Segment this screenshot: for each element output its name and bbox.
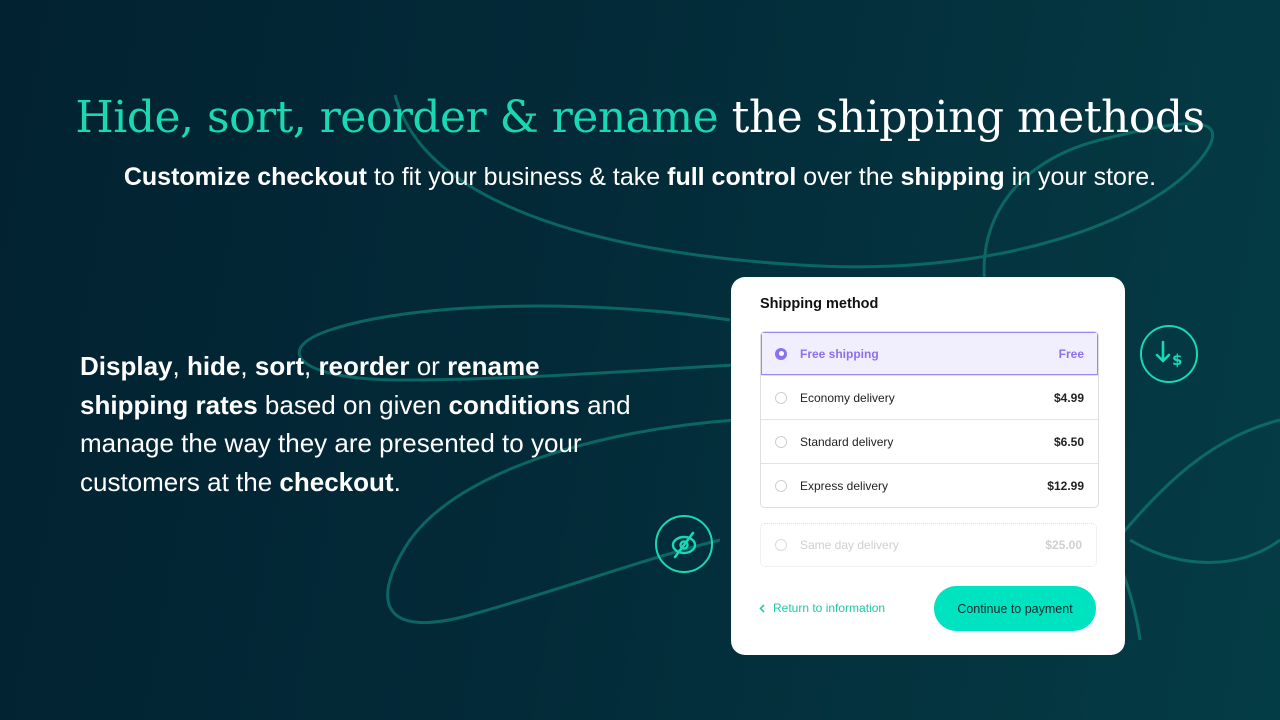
desc-bold: Display <box>80 351 173 381</box>
option-price: $25.00 <box>1045 538 1082 552</box>
option-price: $4.99 <box>1053 390 1084 405</box>
radio-disabled <box>775 539 787 551</box>
hide-badge <box>655 515 713 573</box>
card-title: Shipping method <box>760 296 879 312</box>
page-headline: Hide, sort, reorder & rename the shippin… <box>0 88 1280 148</box>
svg-text:$: $ <box>1172 351 1182 369</box>
desc-bold: conditions <box>448 389 580 420</box>
radio[interactable] <box>775 479 787 492</box>
desc-text: or <box>409 351 448 381</box>
sub-text-1: to fit your business & take <box>366 163 668 191</box>
shipping-options-list: Free shipping Free Economy delivery $4.9… <box>760 331 1099 508</box>
price-drop-badge: $ <box>1140 325 1198 383</box>
subheadline: Customize checkout to fit your business … <box>0 160 1280 194</box>
option-label: Standard delivery <box>800 434 894 449</box>
option-price: $12.99 <box>1047 478 1084 493</box>
option-label: Same day delivery <box>800 538 899 552</box>
desc-text: . <box>393 466 401 497</box>
shipping-option-standard[interactable]: Standard delivery $6.50 <box>761 419 1098 463</box>
desc-bold: sort <box>254 351 304 381</box>
option-label: Economy delivery <box>800 390 895 405</box>
radio-selected[interactable] <box>775 347 787 360</box>
option-price: Free <box>1058 346 1084 361</box>
sub-bold-2: full control <box>667 163 797 191</box>
return-to-information-link[interactable]: Return to information <box>759 601 885 615</box>
shipping-option-free[interactable]: Free shipping Free <box>761 332 1098 375</box>
radio[interactable] <box>775 435 787 448</box>
desc-text: , <box>303 351 319 381</box>
arrow-down-dollar-icon: $ <box>1155 340 1182 369</box>
continue-to-payment-button[interactable]: Continue to payment <box>934 586 1096 631</box>
option-price: $6.50 <box>1053 434 1084 449</box>
desc-text: based on given <box>257 389 449 420</box>
return-link-label: Return to information <box>773 601 886 615</box>
shipping-option-hidden-same-day: Same day delivery $25.00 <box>760 523 1097 567</box>
sub-text-2: over the <box>796 163 901 191</box>
option-label: Express delivery <box>800 478 889 493</box>
chevron-left-icon <box>759 603 765 613</box>
shipping-option-economy[interactable]: Economy delivery $4.99 <box>761 375 1098 419</box>
desc-text: , <box>240 351 255 381</box>
headline-accent: Hide, sort, reorder & rename <box>75 92 719 143</box>
sub-bold-3: shipping <box>900 163 1005 191</box>
desc-text: , <box>172 351 187 381</box>
desc-bold: hide <box>186 351 241 381</box>
desc-bold: checkout <box>279 466 394 497</box>
shipping-method-card: Shipping method Free shipping Free Econo… <box>731 277 1125 655</box>
radio[interactable] <box>775 391 787 404</box>
headline-plain: the shipping methods <box>718 92 1205 143</box>
feature-description: Display, hide, sort, reorder or rename s… <box>80 347 640 501</box>
sub-text-3: in your store. <box>1004 163 1157 191</box>
shipping-option-express[interactable]: Express delivery $12.99 <box>761 463 1098 507</box>
desc-bold: reorder <box>318 351 410 381</box>
option-label: Free shipping <box>800 346 879 361</box>
sub-bold-1: Customize checkout <box>123 163 367 191</box>
eye-slash-icon <box>671 531 697 559</box>
